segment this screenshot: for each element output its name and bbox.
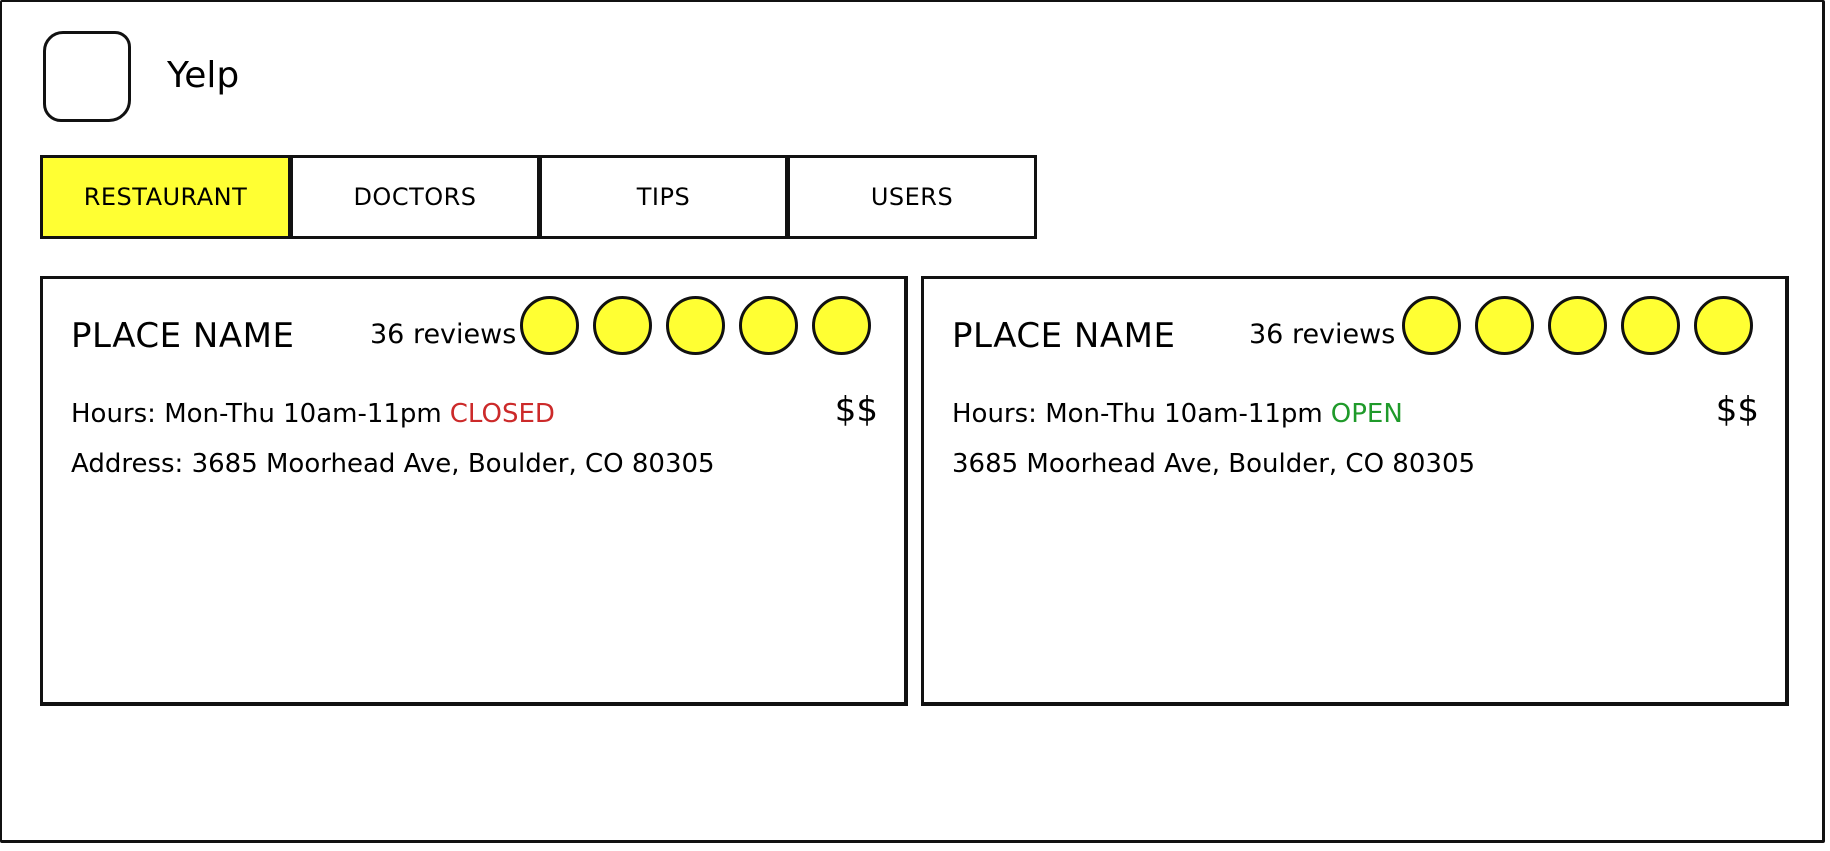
- address-text: Address: 3685 Moorhead Ave, Boulder, CO …: [71, 449, 715, 479]
- place-name: PLACE NAME: [952, 316, 1176, 356]
- price-level: $$: [834, 390, 878, 430]
- rating-stars: [520, 296, 885, 355]
- app-title: Yelp: [167, 55, 240, 96]
- hours-text: Hours: Mon-Thu 10am-11pm: [71, 399, 442, 429]
- rating-stars: [1402, 296, 1767, 355]
- hours-line: Hours: Mon-Thu 10am-11pm CLOSED: [71, 397, 555, 431]
- tab-doctors[interactable]: DOCTORS: [290, 155, 540, 239]
- place-card[interactable]: PLACE NAME 36 reviews $$ Hours: Mon-Thu …: [921, 276, 1789, 706]
- rating-star-icon: [812, 296, 871, 355]
- tab-users[interactable]: USERS: [787, 155, 1037, 239]
- tab-tips[interactable]: TIPS: [539, 155, 788, 239]
- category-tabs: RESTAURANT DOCTORS TIPS USERS: [40, 155, 1037, 239]
- rating-star-icon: [1548, 296, 1607, 355]
- rating-star-icon: [739, 296, 798, 355]
- hours-text: Hours: Mon-Thu 10am-11pm: [952, 399, 1323, 429]
- rating-star-icon: [1402, 296, 1461, 355]
- place-name: PLACE NAME: [71, 316, 295, 356]
- address-text: 3685 Moorhead Ave, Boulder, CO 80305: [952, 449, 1476, 479]
- rating-star-icon: [1621, 296, 1680, 355]
- price-level: $$: [1715, 390, 1759, 430]
- rating-star-icon: [1475, 296, 1534, 355]
- place-card[interactable]: PLACE NAME 36 reviews $$ Hours: Mon-Thu …: [40, 276, 908, 706]
- rating-star-icon: [1694, 296, 1753, 355]
- rating-star-icon: [593, 296, 652, 355]
- logo-placeholder: [43, 31, 131, 122]
- status-badge: OPEN: [1330, 399, 1403, 429]
- status-badge: CLOSED: [449, 399, 555, 429]
- hours-line: Hours: Mon-Thu 10am-11pm OPEN: [952, 397, 1403, 431]
- rating-star-icon: [520, 296, 579, 355]
- tab-restaurant[interactable]: RESTAURANT: [40, 155, 291, 239]
- rating-star-icon: [666, 296, 725, 355]
- review-count: 36 reviews: [370, 319, 517, 350]
- app-window: Yelp RESTAURANT DOCTORS TIPS USERS PLACE…: [0, 0, 1825, 843]
- review-count: 36 reviews: [1249, 319, 1396, 350]
